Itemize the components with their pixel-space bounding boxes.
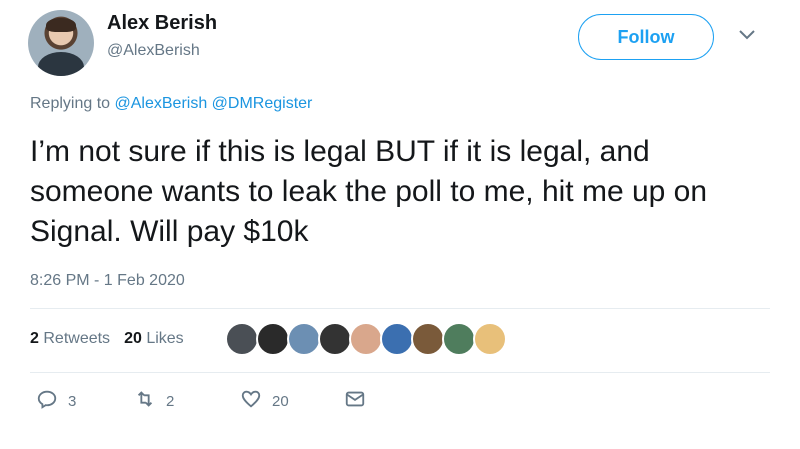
avatar[interactable] <box>28 10 94 76</box>
mention-link[interactable]: @DMRegister <box>212 95 313 112</box>
user-handle[interactable]: @AlexBerish <box>107 42 200 60</box>
display-name[interactable]: Alex Berish <box>107 12 217 35</box>
retweets-label: Retweets <box>43 330 111 347</box>
tweet-header: Alex Berish @AlexBerish Follow <box>0 0 800 80</box>
follow-button[interactable]: Follow <box>578 14 714 60</box>
likes-label: Likes <box>146 330 184 347</box>
tweet-text: I’m not sure if this is legal BUT if it … <box>30 135 708 248</box>
heart-icon <box>240 388 262 414</box>
divider <box>30 308 770 309</box>
likes-stat[interactable]: 20 Likes <box>124 330 184 348</box>
reply-button[interactable]: 3 <box>36 388 76 414</box>
tweet-stats: 2 Retweets 20 Likes <box>30 330 184 348</box>
liker-avatar[interactable] <box>411 322 445 356</box>
liker-avatar[interactable] <box>318 322 352 356</box>
likes-count: 20 <box>124 330 142 347</box>
replying-to: Replying to @AlexBerish @DMRegister <box>30 95 312 113</box>
liker-avatar[interactable] <box>225 322 259 356</box>
liker-avatar[interactable] <box>473 322 507 356</box>
like-count: 20 <box>272 392 289 410</box>
retweets-count: 2 <box>30 330 39 347</box>
like-button[interactable]: 20 <box>240 388 289 414</box>
divider <box>30 372 770 373</box>
chevron-down-icon[interactable] <box>738 28 756 42</box>
mention-link[interactable]: @AlexBerish <box>115 95 208 112</box>
reply-count: 3 <box>68 392 77 410</box>
direct-message-button[interactable] <box>344 388 366 414</box>
liker-avatars <box>225 322 507 358</box>
liker-avatar[interactable] <box>380 322 414 356</box>
liker-avatar[interactable] <box>256 322 290 356</box>
avatar-shirt <box>38 52 84 76</box>
retweet-count: 2 <box>166 392 175 410</box>
liker-avatar[interactable] <box>349 322 383 356</box>
message-icon <box>344 388 366 414</box>
retweets-stat[interactable]: 2 Retweets <box>30 330 110 348</box>
reply-icon <box>36 388 58 414</box>
retweet-button[interactable]: 2 <box>134 388 174 414</box>
replying-prefix: Replying to <box>30 95 111 112</box>
liker-avatar[interactable] <box>287 322 321 356</box>
tweet-timestamp[interactable]: 8:26 PM - 1 Feb 2020 <box>30 272 185 290</box>
liker-avatar[interactable] <box>442 322 476 356</box>
avatar-hair <box>46 18 76 32</box>
tweet-actions: 3 2 20 <box>30 388 430 418</box>
retweet-icon <box>134 388 156 414</box>
